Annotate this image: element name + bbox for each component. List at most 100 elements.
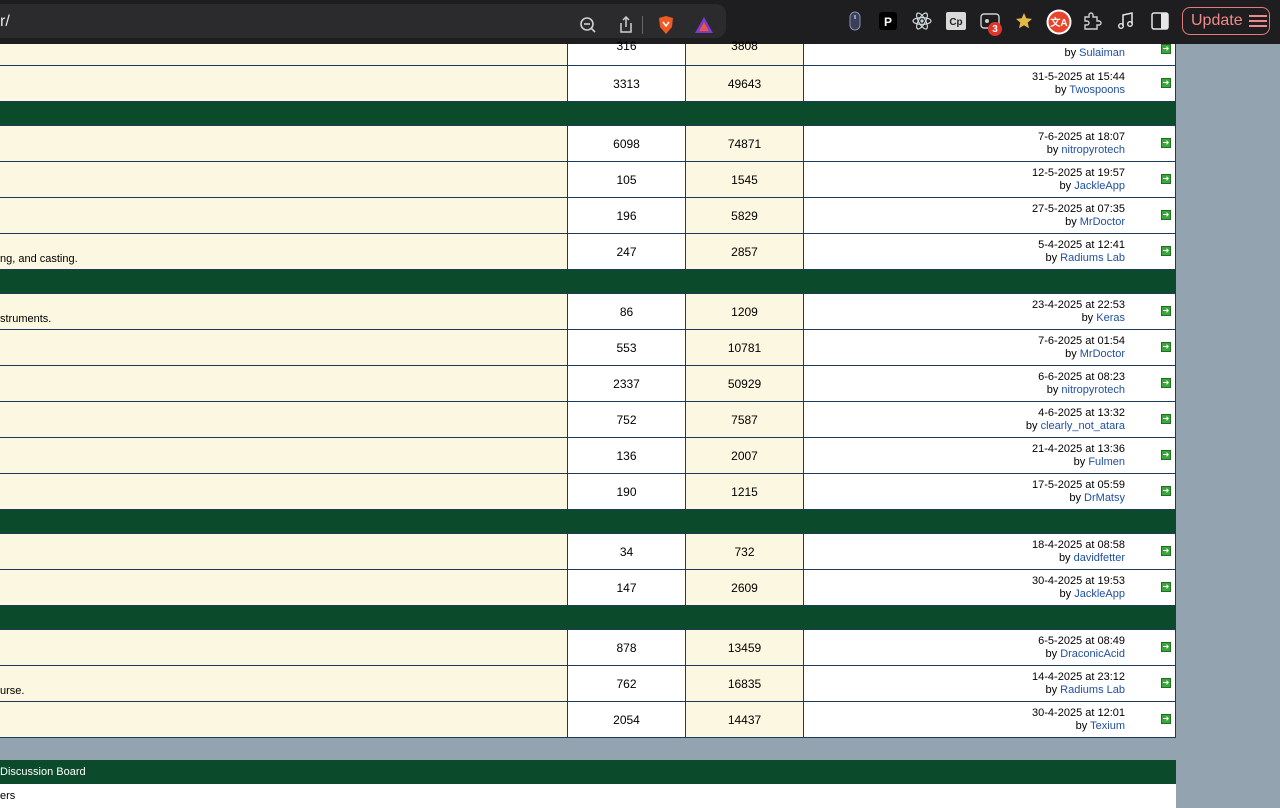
- url-text[interactable]: r/: [0, 13, 10, 31]
- last-post-user-link[interactable]: MrDoctor: [1080, 216, 1125, 228]
- last-post-user-link[interactable]: nitropyrotech: [1061, 384, 1125, 396]
- update-button[interactable]: Update: [1182, 7, 1270, 35]
- last-post-cell: 23-4-2025 at 22:53 by Keras ➜: [804, 294, 1176, 329]
- go-to-last-post-icon[interactable]: ➜: [1161, 546, 1171, 556]
- go-to-last-post-icon[interactable]: ➜: [1161, 44, 1171, 54]
- forum-description-cell: [0, 198, 568, 233]
- by-prefix: by: [1081, 312, 1094, 324]
- puzzle-icon[interactable]: [1082, 11, 1102, 31]
- go-to-last-post-icon[interactable]: ➜: [1161, 174, 1171, 184]
- translate-extension-icon[interactable]: 文A: [1046, 9, 1072, 35]
- go-to-last-post-icon[interactable]: ➜: [1161, 642, 1171, 652]
- go-to-last-post-icon[interactable]: ➜: [1161, 306, 1171, 316]
- last-post-user-link[interactable]: nitropyrotech: [1061, 144, 1125, 156]
- last-post-user-link[interactable]: Fulmen: [1088, 456, 1125, 468]
- go-to-last-post-icon[interactable]: ➜: [1161, 486, 1171, 496]
- by-prefix: by: [1045, 648, 1058, 660]
- go-to-last-post-icon[interactable]: ➜: [1161, 138, 1171, 148]
- forum-description-cell: struments.: [0, 294, 568, 329]
- topics-count: 34: [619, 544, 634, 559]
- last-post-by: by nitropyrotech: [1047, 384, 1125, 396]
- go-to-last-post-icon[interactable]: ➜: [1161, 246, 1171, 256]
- go-to-last-post-icon[interactable]: ➜: [1161, 582, 1171, 592]
- posts-count-cell: 5829: [686, 198, 804, 233]
- last-post-by: by Twospoons: [1055, 84, 1125, 96]
- last-post-user-link[interactable]: DraconicAcid: [1060, 648, 1125, 660]
- music-icon[interactable]: [1116, 11, 1136, 31]
- topics-count: 752: [616, 412, 637, 427]
- svg-text:P: P: [884, 15, 892, 29]
- footer-row: ers: [0, 784, 1176, 808]
- go-to-last-post-icon[interactable]: ➜: [1161, 342, 1171, 352]
- topics-count: 6098: [613, 136, 640, 151]
- last-post-date: 30-4-2025 at 12:01: [1032, 707, 1125, 719]
- zoom-out-icon[interactable]: [578, 15, 598, 35]
- go-to-last-post-icon[interactable]: ➜: [1161, 414, 1171, 424]
- posts-count-cell: 732: [686, 534, 804, 569]
- posts-count-cell: 2857: [686, 234, 804, 269]
- last-post-cell: 7-6-2025 at 18:07 by nitropyrotech ➜: [804, 126, 1176, 161]
- last-post-user-link[interactable]: JackleApp: [1074, 588, 1125, 600]
- posts-count-cell: 74871: [686, 126, 804, 161]
- last-post-user-link[interactable]: Keras: [1096, 312, 1125, 324]
- posts-count-cell: 13459: [686, 630, 804, 665]
- sidebar-icon[interactable]: [1150, 11, 1170, 31]
- last-post-date: 14-4-2025 at 23:12: [1032, 671, 1125, 683]
- svg-text:文A: 文A: [1050, 16, 1067, 29]
- forum-row: 2337 50929 6-6-2025 at 08:23 by nitropyrote…: [0, 366, 1176, 402]
- last-post-user-link[interactable]: clearly_not_atara: [1041, 420, 1125, 432]
- topics-count: 136: [616, 448, 637, 463]
- go-to-last-post-icon[interactable]: ➜: [1161, 678, 1171, 688]
- topics-count-cell: 316: [568, 39, 686, 65]
- last-post-user-link[interactable]: Radiums Lab: [1060, 684, 1125, 696]
- browser-toolbar: r/ P Cp 3 文A Update: [0, 0, 1280, 44]
- topics-count-cell: 86: [568, 294, 686, 329]
- by-prefix: by: [1046, 144, 1059, 156]
- cp-extension-icon[interactable]: Cp: [946, 11, 966, 31]
- last-post-by: by Fulmen: [1074, 456, 1125, 468]
- topics-count-cell: 190: [568, 474, 686, 509]
- go-to-last-post-icon[interactable]: ➜: [1161, 378, 1171, 388]
- last-post-user-link[interactable]: DrMatsy: [1084, 492, 1125, 504]
- posts-count: 16835: [727, 676, 762, 691]
- forum-description-cell: [0, 402, 568, 437]
- brave-rewards-icon[interactable]: [694, 15, 714, 35]
- forum-description-cell: [0, 66, 568, 101]
- last-post-cell: 31-5-2025 at 15:44 by Twospoons ➜: [804, 66, 1176, 101]
- address-bar[interactable]: r/: [0, 4, 726, 38]
- go-to-last-post-icon[interactable]: ➜: [1161, 210, 1171, 220]
- last-post-date: 27-5-2025 at 07:35: [1032, 203, 1125, 215]
- last-post-by: by clearly_not_atara: [1026, 420, 1125, 432]
- topics-count: 2054: [613, 712, 640, 727]
- last-post-cell: 14-4-2025 at 23:12 by Radiums Lab ➜: [804, 666, 1176, 701]
- last-post-by: by Keras: [1082, 312, 1125, 324]
- category-header-bar: [0, 510, 1176, 534]
- last-post-user-link[interactable]: Twospoons: [1069, 84, 1125, 96]
- p-extension-icon[interactable]: P: [878, 11, 898, 31]
- last-post-user-link[interactable]: Texium: [1090, 720, 1125, 732]
- posts-count: 1209: [731, 304, 758, 319]
- mouse-icon[interactable]: [845, 11, 865, 31]
- forum-description-cell: [0, 44, 568, 65]
- posts-count: 3808: [731, 39, 758, 53]
- category-header-bar: [0, 606, 1176, 630]
- star-icon[interactable]: [1014, 11, 1034, 31]
- go-to-last-post-icon[interactable]: ➜: [1161, 714, 1171, 724]
- last-post-cell: 7-6-2025 at 01:54 by MrDoctor ➜: [804, 330, 1176, 365]
- posts-count-cell: 2007: [686, 438, 804, 473]
- go-to-last-post-icon[interactable]: ➜: [1161, 450, 1171, 460]
- forum-description-cell: [0, 330, 568, 365]
- last-post-user-link[interactable]: davidfetter: [1074, 552, 1125, 564]
- go-to-last-post-icon[interactable]: ➜: [1161, 78, 1171, 88]
- brave-shield-icon[interactable]: [656, 15, 676, 35]
- last-post-user-link[interactable]: Sulaiman: [1079, 47, 1125, 59]
- footer-title[interactable]: Discussion Board: [0, 766, 86, 778]
- topics-count-cell: 6098: [568, 126, 686, 161]
- last-post-user-link[interactable]: MrDoctor: [1080, 348, 1125, 360]
- forum-row: 878 13459 6-5-2025 at 08:49 by DraconicAcid…: [0, 630, 1176, 666]
- react-icon[interactable]: [912, 11, 932, 31]
- last-post-user-link[interactable]: Radiums Lab: [1060, 252, 1125, 264]
- last-post-by: by DrMatsy: [1069, 492, 1125, 504]
- share-icon[interactable]: [616, 15, 636, 35]
- last-post-user-link[interactable]: JackleApp: [1074, 180, 1125, 192]
